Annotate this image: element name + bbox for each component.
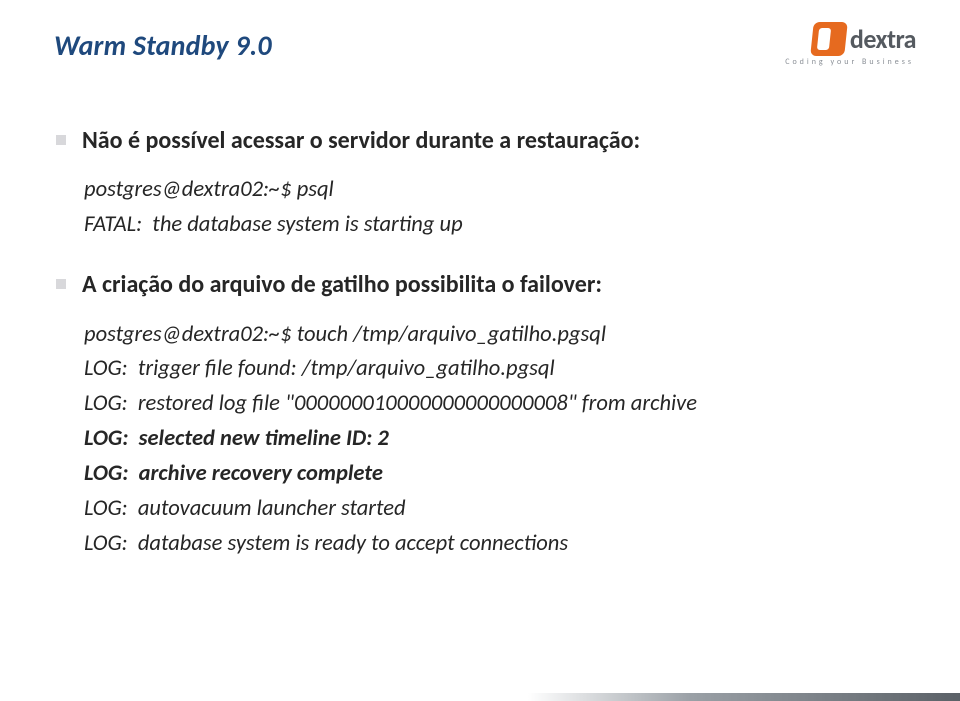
bullet-item: A criação do arquivo de gatilho possibil…	[56, 269, 906, 301]
bullet-text: A criação do arquivo de gatilho possibil…	[82, 269, 602, 301]
code-line: LOG: database system is ready to accept …	[84, 527, 906, 562]
code-block: postgres@dextra02:~$ psql FATAL: the dat…	[84, 173, 906, 243]
logo-tagline: Coding your Business	[785, 57, 914, 67]
content: Não é possível acessar o servidor durant…	[56, 125, 906, 562]
bullet-icon	[56, 279, 66, 289]
bullet-item: Não é possível acessar o servidor durant…	[56, 125, 906, 157]
code-line: LOG: autovacuum launcher started	[84, 492, 906, 527]
code-line: LOG: restored log file "0000000100000000…	[84, 387, 906, 422]
logo-brand: dextra	[850, 23, 916, 55]
logo-main: dextra	[812, 22, 916, 56]
slide: Warm Standby 9.0 dextra Coding your Busi…	[0, 0, 960, 701]
bullet-text: Não é possível acessar o servidor durant…	[82, 125, 640, 157]
code-line: postgres@dextra02:~$ psql	[84, 173, 906, 208]
header: Warm Standby 9.0 dextra Coding your Busi…	[54, 28, 906, 67]
code-line-bold: LOG: selected new timeline ID: 2	[84, 422, 906, 457]
logo-mark-icon	[810, 22, 848, 56]
code-line: FATAL: the database system is starting u…	[84, 208, 906, 243]
code-line: postgres@dextra02:~$ touch /tmp/arquivo_…	[84, 318, 906, 353]
bullet-icon	[56, 135, 66, 145]
code-line-bold: LOG: archive recovery complete	[84, 457, 906, 492]
code-block: postgres@dextra02:~$ touch /tmp/arquivo_…	[84, 318, 906, 562]
logo: dextra Coding your Business	[785, 22, 916, 67]
code-line: LOG: trigger file found: /tmp/arquivo_ga…	[84, 352, 906, 387]
page-title: Warm Standby 9.0	[54, 28, 272, 63]
footer-decoration	[0, 693, 960, 701]
